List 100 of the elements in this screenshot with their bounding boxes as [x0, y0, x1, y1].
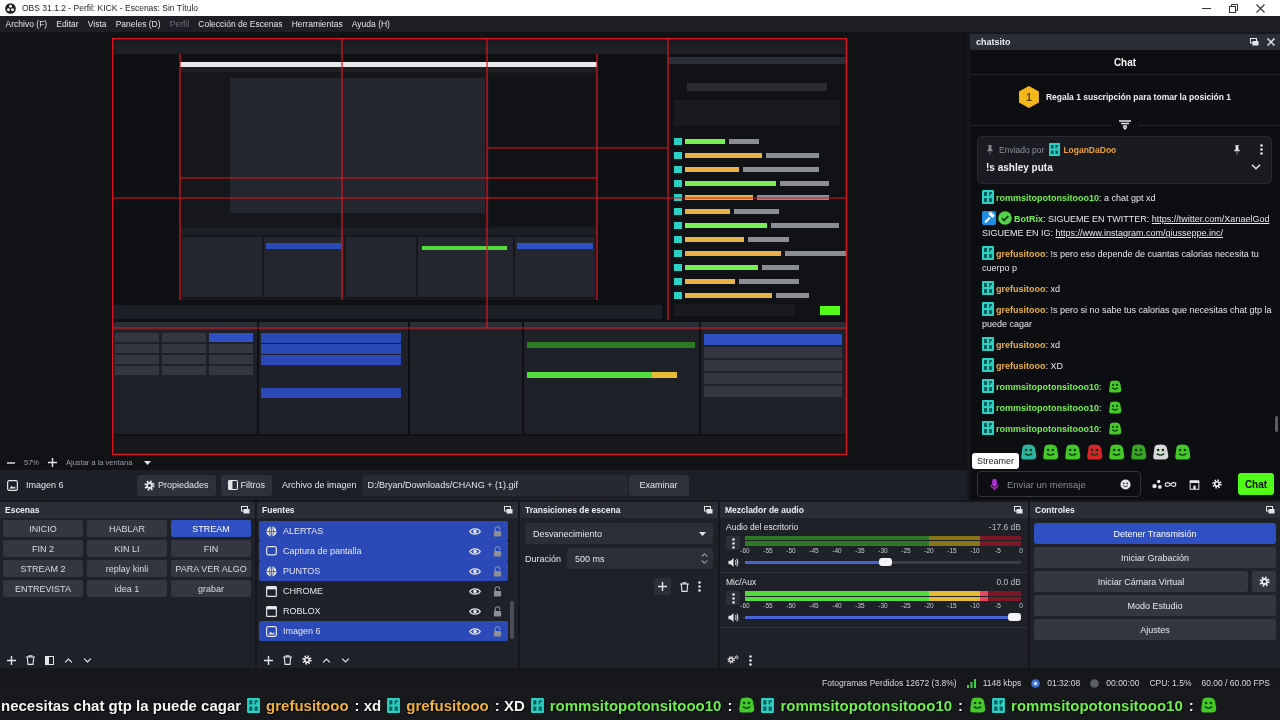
scene-button[interactable]: FIN: [171, 540, 251, 557]
add-button[interactable]: [654, 578, 671, 595]
collapse-lines-icon[interactable]: [1118, 120, 1132, 130]
two-windows-icon[interactable]: [504, 506, 513, 514]
more-menu-icon[interactable]: [731, 592, 735, 604]
trash-icon[interactable]: [26, 655, 35, 665]
chevron-up-icon[interactable]: [64, 657, 73, 663]
source-item[interactable]: PUNTOS: [259, 561, 508, 581]
chat-link[interactable]: https://www.instagram.com/giusseppe.inc/: [1055, 228, 1224, 238]
source-item[interactable]: Captura de pantalla: [259, 541, 508, 561]
eye-icon[interactable]: [469, 606, 481, 616]
chat-username[interactable]: grefusitooo: [996, 249, 1046, 259]
plus-icon[interactable]: [658, 582, 667, 591]
plus-icon[interactable]: [7, 655, 16, 665]
microphone-icon[interactable]: [990, 477, 999, 491]
scene-button[interactable]: KIN LI: [87, 540, 167, 557]
message-input[interactable]: Enviar un mensaje: [1007, 477, 1112, 491]
eye-icon[interactable]: [469, 586, 481, 596]
control-button[interactable]: Iniciar Cámara Virtual: [1034, 571, 1248, 592]
control-button[interactable]: Iniciar Grabación: [1034, 547, 1276, 568]
eye-icon[interactable]: [469, 566, 481, 576]
eye-icon[interactable]: [469, 546, 481, 556]
settings-icon[interactable]: [302, 655, 312, 665]
chat-username[interactable]: rommsitopotonsitooo10: [996, 382, 1099, 392]
two-windows-icon[interactable]: [241, 506, 250, 514]
more-menu-icon[interactable]: [1260, 144, 1263, 155]
chat-username[interactable]: grefusitooo: [996, 361, 1046, 371]
source-item[interactable]: ALERTAS: [259, 521, 508, 541]
gears-icon[interactable]: [727, 655, 739, 665]
browse-button[interactable]: Examinar: [628, 474, 689, 496]
panel-icon[interactable]: [45, 655, 54, 665]
scene-button[interactable]: FIN 2: [3, 540, 83, 557]
duration-input[interactable]: 500 ms: [575, 552, 701, 565]
eye-icon[interactable]: [469, 626, 481, 636]
padlock-open-icon[interactable]: [493, 585, 502, 597]
control-button[interactable]: Modo Estudio: [1034, 595, 1276, 616]
chevron-up-icon[interactable]: [322, 657, 331, 663]
duration-spinbox[interactable]: 500 ms: [567, 548, 713, 569]
scene-button[interactable]: INICIO: [3, 520, 83, 537]
chat-username[interactable]: grefusitooo: [996, 305, 1046, 315]
plus-icon[interactable]: [48, 458, 57, 467]
scene-button[interactable]: STREAM 2: [3, 560, 83, 577]
speaker-icon[interactable]: [727, 556, 739, 568]
chat-username[interactable]: rommsitopotonsitooo10: [996, 424, 1099, 434]
scene-button[interactable]: idea 1: [87, 580, 167, 597]
trash-icon[interactable]: [283, 655, 292, 665]
scrollbar-thumb[interactable]: [510, 601, 514, 639]
two-windows-icon[interactable]: [1250, 38, 1259, 46]
chat-username[interactable]: grefusitooo: [996, 340, 1046, 350]
store-icon[interactable]: [1189, 478, 1200, 490]
more-menu-icon[interactable]: [698, 581, 701, 592]
menu-item[interactable]: Editar: [51, 19, 84, 29]
message-field[interactable]: Enviar un mensaje: [977, 471, 1141, 497]
two-windows-icon[interactable]: [704, 506, 713, 514]
scene-button[interactable]: HABLAR: [87, 520, 167, 537]
nodes-icon[interactable]: [1152, 479, 1162, 489]
transition-dropdown[interactable]: Desvanecimiento: [525, 523, 713, 544]
minimize-icon[interactable]: [1202, 7, 1211, 9]
chevron-up-icon[interactable]: [701, 553, 708, 557]
close-icon[interactable]: [1256, 3, 1265, 13]
chat-link[interactable]: https://twitter.com/XanaelGod: [1151, 214, 1270, 224]
scene-button[interactable]: PARA VER ALGO: [171, 560, 251, 577]
scene-button[interactable]: replay kinli: [87, 560, 167, 577]
control-button[interactable]: Ajustes: [1034, 619, 1276, 640]
slider-thumb[interactable]: [879, 558, 893, 566]
source-item[interactable]: ROBLOX: [259, 601, 508, 621]
scene-button[interactable]: grabar: [171, 580, 251, 597]
smiley-icon[interactable]: [1120, 478, 1131, 490]
more-menu-icon[interactable]: [749, 654, 752, 666]
settings-icon[interactable]: [1212, 479, 1222, 489]
chat-send-button[interactable]: Chat: [1238, 473, 1274, 495]
menu-item[interactable]: Vista: [83, 19, 112, 29]
plus-icon[interactable]: [264, 655, 273, 665]
menu-item[interactable]: Herramientas: [287, 19, 348, 29]
two-windows-icon[interactable]: [1014, 506, 1023, 514]
menu-item[interactable]: Colección de Escenas: [193, 19, 288, 29]
trash-icon[interactable]: [680, 581, 689, 592]
menu-item[interactable]: Archivo (F): [1, 19, 52, 29]
eye-icon[interactable]: [469, 526, 481, 536]
control-button[interactable]: Detener Transmisión: [1034, 523, 1276, 544]
padlock-open-icon[interactable]: [493, 605, 502, 617]
properties-button[interactable]: Propiedades: [137, 474, 216, 496]
chat-username[interactable]: rommsitopotonsitooo10: [996, 193, 1099, 203]
menu-item[interactable]: Ayuda (H): [347, 19, 395, 29]
file-path-field[interactable]: D:/Bryan/Downloads/CHANG + (1).gif: [361, 474, 628, 496]
settings-button[interactable]: [1252, 571, 1276, 592]
channel-menu-button[interactable]: [726, 536, 740, 550]
chevron-down-icon[interactable]: [1251, 164, 1261, 170]
speaker-icon[interactable]: [727, 611, 739, 623]
chat-username[interactable]: grefusitooo: [996, 284, 1046, 294]
chat-username[interactable]: rommsitopotonsitooo10: [996, 403, 1099, 413]
slider-thumb[interactable]: [1008, 613, 1021, 621]
restore-icon[interactable]: [1229, 3, 1238, 13]
two-windows-icon[interactable]: [1266, 506, 1275, 514]
filters-button[interactable]: Filtros: [220, 474, 273, 496]
minus-icon[interactable]: [7, 461, 15, 464]
infinity-icon[interactable]: [1164, 480, 1177, 488]
chevron-down-icon[interactable]: [341, 657, 350, 663]
pinned-username[interactable]: LoganDaDoo: [1063, 144, 1117, 155]
scene-button[interactable]: STREAM: [171, 520, 251, 537]
